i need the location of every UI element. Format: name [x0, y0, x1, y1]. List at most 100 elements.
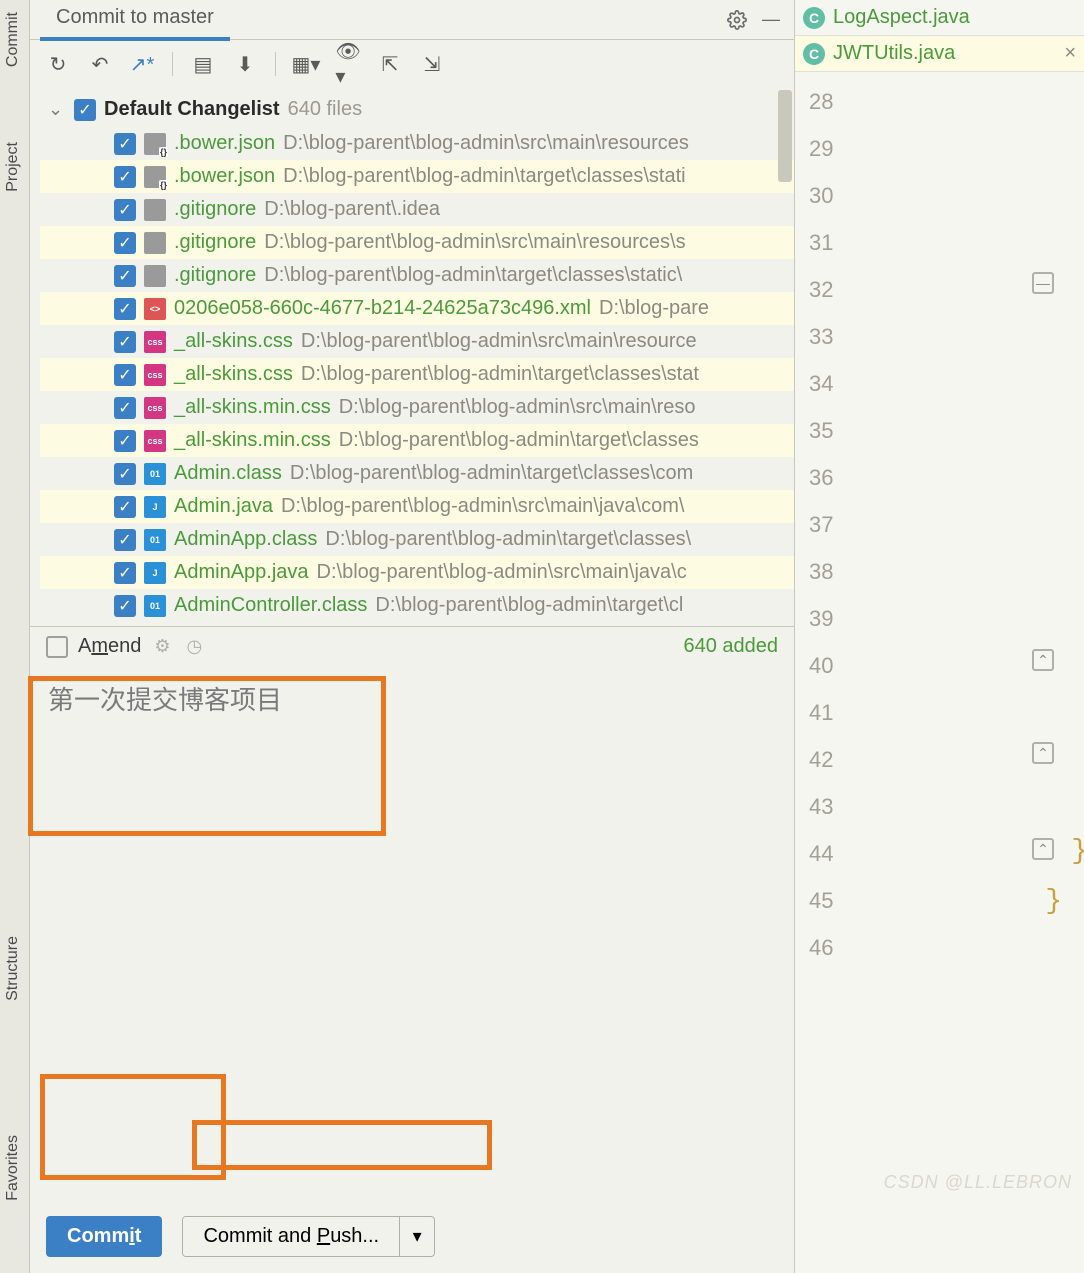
file-row[interactable]: ✓01Admin.classD:\blog-parent\blog-admin\…	[40, 457, 794, 490]
line-number: 33	[795, 313, 1084, 360]
file-checkbox[interactable]: ✓	[114, 529, 136, 551]
rail-tab-project[interactable]: Project	[0, 130, 26, 204]
file-row[interactable]: ✓css_all-skins.min.cssD:\blog-parent\blo…	[40, 424, 794, 457]
file-row[interactable]: ✓ .bower.json D:\blog-parent\blog-admin\ta…	[40, 160, 794, 193]
amend-checkbox[interactable]	[46, 636, 68, 658]
file-row[interactable]: ✓ .bower.json D:\blog-parent\blog-admin\sr…	[40, 127, 794, 160]
file-path: D:\blog-parent\blog-admin\src\main\reso	[339, 396, 696, 419]
file-name: .bower.json	[174, 132, 275, 155]
amend-row: Amend ⚙ ◷ 640 added	[30, 626, 794, 666]
file-checkbox[interactable]: ✓	[114, 595, 136, 617]
file-checkbox[interactable]: ✓	[114, 133, 136, 155]
shelve-icon[interactable]: ⬇	[233, 52, 257, 76]
rail-tab-commit[interactable]: Commit	[0, 0, 26, 79]
gear-icon[interactable]: ⚙	[151, 636, 173, 658]
line-number: 45	[795, 877, 1084, 924]
file-row[interactable]: ✓css_all-skins.min.cssD:\blog-parent\blo…	[40, 391, 794, 424]
file-name: .gitignore	[174, 264, 256, 287]
scrollbar[interactable]	[778, 90, 792, 182]
changelist: ⌄ ✓ Default Changelist 640 files ✓ .bower…	[30, 88, 794, 626]
minimize-icon[interactable]: —	[760, 9, 782, 31]
open-external-icon[interactable]: ↗*	[130, 52, 154, 76]
collapse-all-icon[interactable]: ⇲	[420, 52, 444, 76]
commit-button[interactable]: Commit	[46, 1216, 162, 1257]
rail-tab-structure[interactable]: Structure	[0, 924, 26, 1013]
editor-tab[interactable]: CLogAspect.java	[795, 0, 1084, 36]
changelist-name: Default Changelist	[104, 98, 280, 121]
file-checkbox[interactable]: ✓	[114, 463, 136, 485]
line-number: 29	[795, 125, 1084, 172]
file-checkbox[interactable]: ✓	[114, 232, 136, 254]
file-row[interactable]: ✓.gitignoreD:\blog-parent\.idea	[40, 193, 794, 226]
preview-icon[interactable]: 👁▾	[336, 52, 360, 76]
file-checkbox[interactable]: ✓	[114, 397, 136, 419]
side-rail: Commit Project Structure Favorites	[0, 0, 30, 1273]
dropdown-icon[interactable]: ▾	[400, 1217, 434, 1256]
refresh-icon[interactable]: ↻	[46, 52, 70, 76]
expand-all-icon[interactable]: ⇱	[378, 52, 402, 76]
rollback-icon[interactable]: ↶	[88, 52, 112, 76]
line-number: 38	[795, 548, 1084, 595]
commit-tab[interactable]: Commit to master	[40, 0, 230, 41]
file-type-icon: <>	[144, 298, 166, 320]
close-icon[interactable]: ×	[1064, 42, 1076, 65]
file-path: D:\blog-parent\blog-admin\target\classes…	[264, 264, 682, 287]
diff-icon[interactable]: ▤	[191, 52, 215, 76]
file-name: .bower.json	[174, 165, 275, 188]
code-brace: }	[1071, 836, 1084, 867]
commit-toolbar: ↻ ↶ ↗* ▤ ⬇ ▦▾ 👁▾ ⇱ ⇲	[30, 40, 794, 88]
chevron-down-icon[interactable]: ⌄	[48, 99, 66, 120]
file-row[interactable]: ✓css_all-skins.cssD:\blog-parent\blog-ad…	[40, 358, 794, 391]
file-checkbox[interactable]: ✓	[114, 331, 136, 353]
file-name: Admin.class	[174, 462, 282, 485]
commit-message-input[interactable]	[30, 666, 794, 1216]
file-row[interactable]: ✓ .gitignore D:\blog-parent\blog-admin\tar…	[40, 259, 794, 292]
rail-tab-favorites[interactable]: Favorites	[0, 1123, 26, 1213]
tab-name: LogAspect.java	[833, 6, 970, 29]
file-row[interactable]: ✓JAdmin.javaD:\blog-parent\blog-admin\sr…	[40, 490, 794, 523]
file-path: D:\blog-pare	[599, 297, 709, 320]
file-checkbox[interactable]: ✓	[114, 496, 136, 518]
file-row[interactable]: ✓css_all-skins.cssD:\blog-parent\blog-ad…	[40, 325, 794, 358]
file-name: _all-skins.min.css	[174, 429, 331, 452]
changelist-checkbox[interactable]: ✓	[74, 99, 96, 121]
file-path: D:\blog-parent\blog-admin\target\classes	[339, 429, 699, 452]
file-row[interactable]: ✓01AdminController.classD:\blog-parent\b…	[40, 589, 794, 622]
file-checkbox[interactable]: ✓	[114, 199, 136, 221]
file-checkbox[interactable]: ✓	[114, 265, 136, 287]
file-checkbox[interactable]: ✓	[114, 364, 136, 386]
history-icon[interactable]: ◷	[183, 636, 205, 658]
file-checkbox[interactable]: ✓	[114, 166, 136, 188]
gear-icon[interactable]	[726, 9, 748, 31]
file-name: _all-skins.css	[174, 363, 293, 386]
file-path: D:\blog-parent\blog-admin\target\classes…	[301, 363, 699, 386]
file-checkbox[interactable]: ✓	[114, 298, 136, 320]
panel-tab-bar: Commit to master —	[30, 0, 794, 40]
file-type-icon: J	[144, 562, 166, 584]
file-type-icon	[144, 199, 166, 221]
file-path: D:\blog-parent\blog-admin\target\classes…	[283, 165, 685, 188]
file-row[interactable]: ✓.gitignoreD:\blog-parent\blog-admin\src…	[40, 226, 794, 259]
commit-and-push-button[interactable]: Commit and Push...	[183, 1217, 399, 1256]
tab-name: JWTUtils.java	[833, 42, 955, 65]
file-checkbox[interactable]: ✓	[114, 430, 136, 452]
file-path: D:\blog-parent\blog-admin\target\classes…	[290, 462, 694, 485]
file-count: 640 files	[288, 98, 363, 121]
file-path: D:\blog-parent\blog-admin\target\classes…	[325, 528, 691, 551]
file-path: D:\blog-parent\.idea	[264, 198, 440, 221]
group-icon[interactable]: ▦▾	[294, 52, 318, 76]
line-number: 39	[795, 595, 1084, 642]
fold-closed-icon[interactable]: —	[1032, 272, 1054, 294]
file-checkbox[interactable]: ✓	[114, 562, 136, 584]
file-path: D:\blog-parent\blog-admin\src\main\java\…	[317, 561, 687, 584]
file-row[interactable]: ✓<>0206e058-660c-4677-b214-24625a73c496.…	[40, 292, 794, 325]
file-row[interactable]: ✓01AdminApp.classD:\blog-parent\blog-adm…	[40, 523, 794, 556]
fold-end-icon[interactable]: ⌃	[1032, 649, 1054, 671]
editor-tab[interactable]: CJWTUtils.java×	[795, 36, 1084, 72]
file-type-icon: css	[144, 331, 166, 353]
line-number: 46	[795, 924, 1084, 971]
file-row[interactable]: ✓JAdminApp.javaD:\blog-parent\blog-admin…	[40, 556, 794, 589]
file-path: D:\blog-parent\blog-admin\src\main\resou…	[283, 132, 689, 155]
fold-end-icon[interactable]: ⌃	[1032, 742, 1054, 764]
fold-end-icon[interactable]: ⌃	[1032, 838, 1054, 860]
